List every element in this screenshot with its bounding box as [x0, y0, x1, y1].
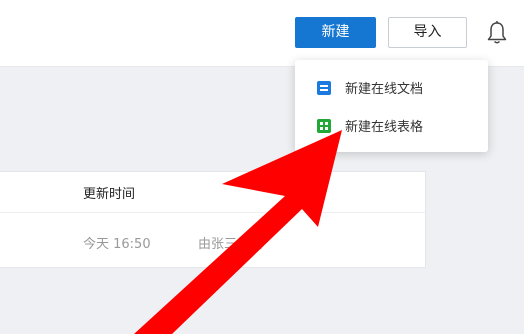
menu-item-label: 新建在线文档: [345, 82, 424, 97]
column-header-update-time: 更新时间: [83, 187, 136, 202]
menu-item-new-online-sheet[interactable]: 新建在线表格: [295, 108, 488, 144]
top-bar: 新建 导入: [0, 0, 524, 67]
table-header: 更新时间: [0, 172, 425, 213]
import-button[interactable]: 导入: [388, 17, 467, 48]
menu-item-new-online-doc[interactable]: 新建在线文档: [295, 70, 488, 106]
sheet-icon: [317, 119, 331, 133]
new-dropdown-menu: 新建在线文档 新建在线表格: [295, 60, 488, 152]
file-table: 更新时间 今天 16:50 由张三编辑: [0, 171, 426, 268]
bell-icon[interactable]: [485, 20, 509, 46]
menu-item-label: 新建在线表格: [345, 120, 424, 135]
new-button[interactable]: 新建: [295, 17, 376, 48]
row-update-time: 今天 16:50: [83, 237, 151, 252]
doc-icon: [317, 81, 331, 95]
row-editor: 由张三编辑: [198, 237, 264, 252]
